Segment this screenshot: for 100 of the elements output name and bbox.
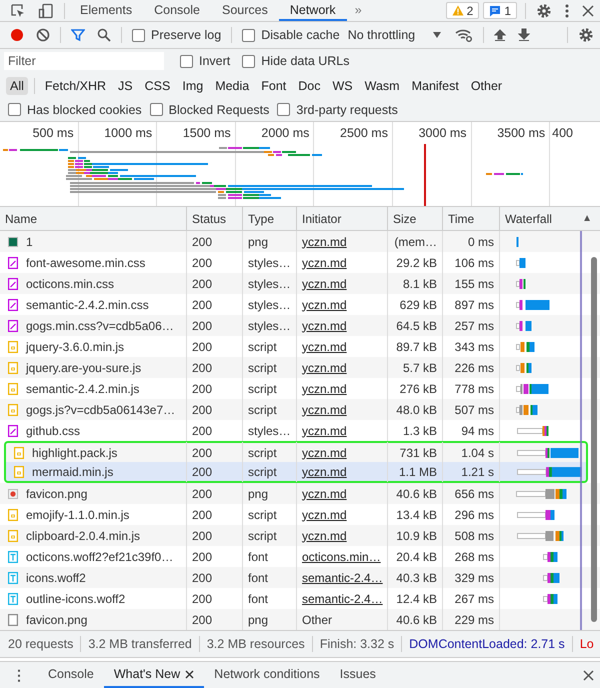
initiator-link[interactable]: yczn.md: [302, 464, 347, 478]
filter-input[interactable]: Filter: [4, 52, 164, 70]
request-row[interactable]: favicon.png 200 png Other 40.6 kB 229 ms: [0, 609, 600, 630]
time-cell: 1.21 s: [443, 461, 500, 482]
inspect-element-icon[interactable]: [10, 2, 26, 18]
upload-icon[interactable]: [494, 28, 506, 42]
request-row[interactable]: highlight.pack.js 200 script yczn.md 731 kB 1.04 s: [4, 441, 588, 462]
close-icon[interactable]: [582, 4, 594, 16]
issue-counter-button[interactable]: 2: [446, 2, 480, 19]
column-header[interactable]: Type: [243, 207, 297, 230]
panel-tab[interactable]: Elements: [69, 0, 144, 21]
request-row[interactable]: clipboard-2.0.4.min.js 200 script yczn.md 10.9 kB 508 ms: [0, 525, 600, 546]
checkbox[interactable]: [180, 54, 193, 68]
initiator-link[interactable]: yczn.md: [302, 382, 347, 396]
download-icon[interactable]: [518, 28, 530, 42]
checkbox[interactable]: [8, 103, 21, 116]
drawer-tab[interactable]: Issues: [330, 662, 386, 688]
more-tabs-button[interactable]: »: [346, 0, 370, 21]
column-header[interactable]: Initiator: [297, 207, 388, 230]
initiator-link[interactable]: yczn.md: [302, 340, 347, 354]
type-filter-button[interactable]: Doc: [294, 76, 324, 94]
scrollbar-thumb[interactable]: [591, 257, 597, 622]
record-icon[interactable]: [10, 28, 24, 42]
initiator-link[interactable]: yczn.md: [302, 298, 347, 312]
initiator-link[interactable]: yczn.md: [302, 360, 347, 374]
initiator-link[interactable]: yczn.md: [302, 486, 347, 500]
settings-icon[interactable]: [536, 2, 552, 18]
initiator-link[interactable]: semantic-2.4…: [302, 592, 383, 606]
search-icon[interactable]: [97, 28, 111, 42]
checkbox[interactable]: [132, 28, 145, 42]
close-drawer-icon[interactable]: [583, 670, 594, 680]
checkbox-label: Invert: [199, 54, 230, 68]
disable-cache-checkbox[interactable]: Disable cache: [242, 28, 340, 42]
type-filter-button[interactable]: Fetch/XHR: [40, 76, 110, 94]
type-filter-button[interactable]: All: [6, 76, 28, 94]
request-name: jquery-3.6.0.min.js: [26, 340, 124, 354]
request-row[interactable]: gogs.js?v=cdb5a06143e7… 200 script yczn.md 48.0 kB 507 ms: [0, 399, 600, 420]
initiator-link[interactable]: yczn.md: [302, 234, 347, 248]
hide-data-urls-checkbox[interactable]: Hide data URLs: [242, 54, 350, 68]
initiator-link[interactable]: yczn.md: [302, 528, 347, 542]
column-header[interactable]: Status: [187, 207, 243, 230]
column-header[interactable]: Name: [0, 207, 187, 230]
initiator-link[interactable]: yczn.md: [302, 256, 347, 270]
size-cell: 5.7 kB: [388, 357, 443, 378]
wifi-settings-icon[interactable]: [455, 28, 474, 42]
type-filter-button[interactable]: CSS: [140, 76, 174, 94]
panel-tab[interactable]: Console: [143, 0, 211, 21]
drawer-tab[interactable]: What's New: [104, 662, 204, 688]
device-toolbar-icon[interactable]: [38, 2, 54, 18]
checkbox[interactable]: [242, 28, 256, 42]
request-row[interactable]: mermaid.min.js 200 script yczn.md 1.1 MB 1.21 s: [4, 462, 588, 483]
invert-checkbox[interactable]: Invert: [180, 54, 230, 68]
request-row[interactable]: gogs.min.css?v=cdb5a06… 200 styles… yczn.md 64.5 kB 257 ms: [0, 315, 600, 336]
clear-icon[interactable]: [36, 28, 50, 42]
settings-icon[interactable]: [578, 27, 594, 43]
request-row[interactable]: octicons.min.css 200 styles… yczn.md 8.1 kB 155 ms: [0, 273, 600, 294]
close-tab-icon[interactable]: [185, 670, 194, 678]
initiator-link[interactable]: semantic-2.4…: [302, 570, 383, 584]
initiator-link[interactable]: yczn.md: [302, 318, 347, 332]
initiator-link[interactable]: yczn.md: [302, 446, 347, 460]
preserve-log-checkbox[interactable]: Preserve log: [132, 28, 222, 42]
checkbox[interactable]: [277, 103, 290, 116]
request-name: 1: [26, 234, 33, 248]
drawer-tab[interactable]: Console: [38, 662, 104, 688]
drawer-menu-button[interactable]: ⋮: [0, 667, 38, 683]
request-name: emojify-1.1.0.min.js: [26, 508, 130, 522]
type-filter-button[interactable]: Media: [211, 76, 254, 94]
initiator-link[interactable]: octicons.min…: [302, 550, 381, 564]
filter-icon[interactable]: [71, 28, 85, 42]
initiator-link[interactable]: yczn.md: [302, 276, 347, 290]
more-options-icon[interactable]: [564, 2, 570, 18]
drawer-tab[interactable]: Network conditions: [204, 662, 330, 688]
throttling-dropdown[interactable]: No throttling: [348, 28, 442, 42]
request-row[interactable]: favicon.png 200 png yczn.md 40.6 kB 656 ms: [0, 483, 600, 504]
initiator-link[interactable]: yczn.md: [302, 424, 347, 438]
column-header[interactable]: Waterfall ▲: [500, 207, 600, 230]
type-cell: styles…: [243, 315, 297, 336]
option-checkbox[interactable]: Blocked Requests: [150, 102, 270, 116]
issue-counter-button[interactable]: 1: [483, 2, 517, 19]
request-row[interactable]: 1 200 png yczn.md (mem… 0 ms: [0, 231, 600, 252]
request-row[interactable]: icons.woff2 200 font semantic-2.4… 40.3 kB 329 ms: [0, 567, 600, 588]
initiator-link[interactable]: yczn.md: [302, 402, 347, 416]
waterfall-bar: [543, 552, 558, 562]
script-file-icon: [8, 340, 18, 352]
column-header[interactable]: Time: [443, 207, 500, 230]
type-filter-button[interactable]: WS: [328, 76, 357, 94]
type-filter-button[interactable]: JS: [114, 76, 137, 94]
checkbox[interactable]: [242, 54, 256, 68]
option-checkbox[interactable]: 3rd-party requests: [277, 102, 398, 116]
type-filter-button[interactable]: Other: [466, 76, 506, 94]
type-filter-button[interactable]: Font: [257, 76, 290, 94]
type-filter-button[interactable]: Manifest: [408, 76, 463, 94]
type-filter-button[interactable]: Img: [178, 76, 208, 94]
panel-tab[interactable]: Sources: [210, 0, 279, 21]
request-row[interactable]: jquery.are-you-sure.js 200 script yczn.md 5.7 kB 226 ms: [0, 357, 600, 378]
initiator-link[interactable]: yczn.md: [302, 508, 347, 522]
waterfall-bar: [516, 300, 550, 310]
checkbox[interactable]: [150, 103, 163, 116]
type-filter-button[interactable]: Wasm: [360, 76, 404, 94]
column-header[interactable]: Size: [388, 207, 443, 230]
